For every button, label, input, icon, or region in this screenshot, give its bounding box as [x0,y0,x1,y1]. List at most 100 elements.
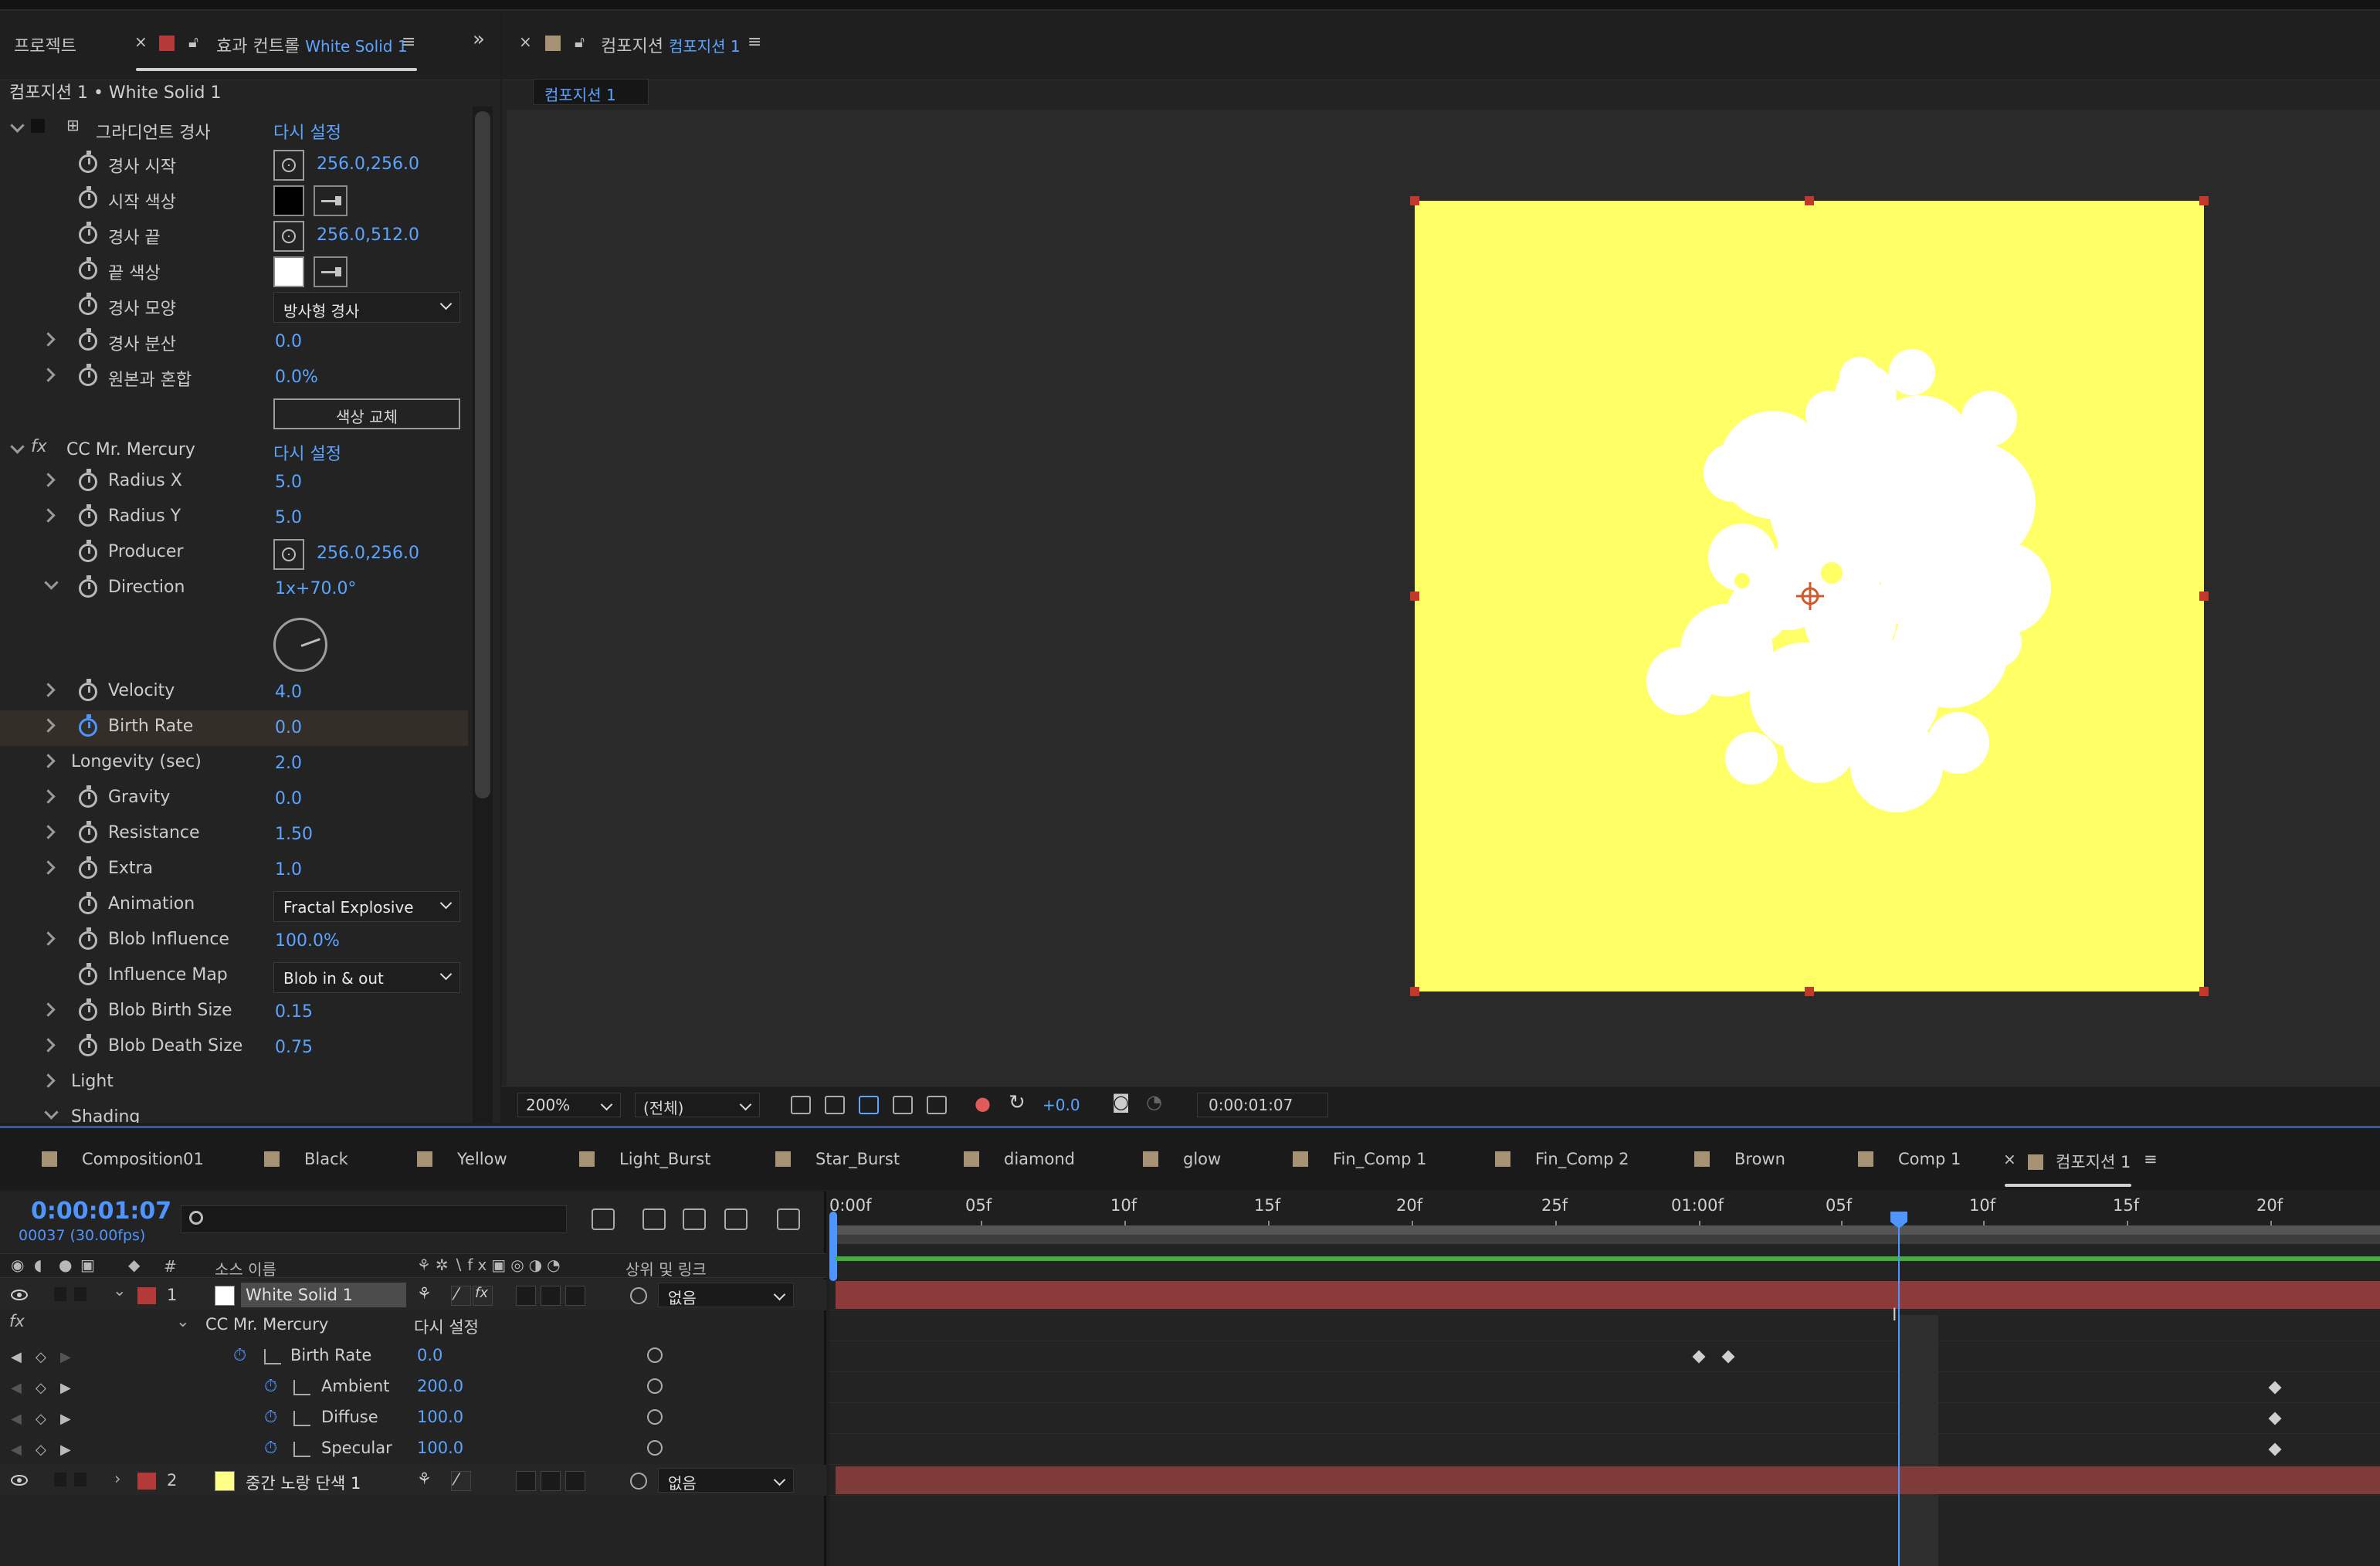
param-value[interactable]: 0.75 [275,1038,313,1057]
stopwatch-icon[interactable] [79,679,97,701]
lock-icon[interactable]: 🔓︎ [188,32,198,51]
column-source-name[interactable]: 소스 이름 [215,1257,276,1280]
chevron-right-icon[interactable] [41,508,56,523]
exposure-value[interactable]: +0.0 [1043,1096,1080,1114]
chevron-down-icon[interactable] [10,439,25,454]
keyframe-diamond[interactable] [2268,1381,2282,1395]
reset-link-gradient[interactable]: 다시 설정 [273,119,341,144]
add-keyframe-icon[interactable]: ◇ [36,1349,46,1365]
property-value[interactable]: 0.0 [417,1346,442,1364]
property-row-ambient[interactable]: ◀ ◇ ▶ ⏱ Ambient 200.0 [0,1372,826,1403]
property-row-diffuse[interactable]: ◀ ◇ ▶ ⏱ Diffuse 100.0 [0,1403,826,1434]
stopwatch-icon[interactable] [79,469,97,491]
property-value[interactable]: 100.0 [417,1439,463,1457]
reset-link-mercury[interactable]: 다시 설정 [273,440,341,465]
birth-rate-track[interactable] [829,1341,2380,1372]
swap-colors-button[interactable]: 색상 교체 [273,398,460,429]
solo-box[interactable] [54,1287,66,1301]
expression-pickwhip-icon[interactable] [647,1378,663,1394]
stopwatch-icon-active[interactable] [79,714,97,737]
diffuse-track[interactable] [829,1403,2380,1434]
solo-box[interactable] [54,1473,66,1486]
chevron-right-icon[interactable] [41,683,56,697]
show-snapshot-icon[interactable]: ◔ [1146,1091,1162,1113]
motion-blur-icon[interactable] [724,1208,748,1230]
timeline-tab[interactable]: Fin_Comp 2 [1495,1150,1629,1168]
crosshair-icon[interactable] [273,150,304,181]
direction-dial[interactable] [273,618,327,672]
graph-editor-icon[interactable] [777,1208,800,1230]
param-value[interactable]: 5.0 [275,473,302,492]
zoom-dropdown[interactable]: 200% [517,1093,621,1117]
graph-icon[interactable] [293,1442,310,1457]
crosshair-icon[interactable] [273,539,304,570]
eyedropper-icon[interactable] [314,256,348,287]
layer-search-input[interactable] [181,1205,567,1233]
layer-row[interactable]: ⌄ 1 White Solid 1 ⚘ ⁄ fx 없음 [0,1280,826,1310]
specular-track[interactable] [829,1434,2380,1465]
exposure-reset-icon[interactable]: ↻ [1009,1091,1026,1114]
stopwatch-icon-active[interactable]: ⏱ [264,1439,277,1458]
chevron-right-icon[interactable] [41,860,56,875]
column-parent[interactable]: 상위 및 링크 [626,1257,707,1280]
time-navigator[interactable] [836,1235,2380,1244]
param-value[interactable]: 5.0 [275,508,302,527]
scrollbar-thumb[interactable] [475,111,490,798]
adjustment-switch[interactable] [541,1471,561,1491]
graph-icon[interactable] [293,1380,310,1395]
ambient-track[interactable] [829,1372,2380,1403]
stopwatch-icon[interactable] [79,540,97,562]
chevron-down-icon[interactable] [10,118,25,133]
eyedropper-icon[interactable] [314,185,348,216]
region-of-interest-icon[interactable] [893,1096,913,1114]
stopwatch-icon[interactable] [79,963,97,985]
close-icon[interactable]: × [519,32,532,51]
current-time-indicator[interactable] [1898,1215,1900,1566]
close-icon[interactable]: × [134,32,147,51]
double-chevron-icon[interactable]: » [473,28,485,51]
chevron-right-icon[interactable] [41,368,56,382]
3d-switch[interactable] [565,1286,585,1306]
property-value[interactable]: 100.0 [417,1408,463,1426]
chevron-right-icon[interactable] [41,718,56,733]
fast-preview-icon[interactable] [791,1096,811,1114]
camera-snapshot-icon[interactable]: ◙ [1112,1091,1130,1113]
quality-switch-icon[interactable]: ⁄ [451,1470,471,1491]
next-keyframe-icon[interactable]: ▶ [60,1380,71,1396]
timeline-tab[interactable]: Fin_Comp 1 [1293,1150,1427,1168]
motion-blur-switch[interactable] [516,1286,536,1306]
stopwatch-icon[interactable] [79,186,97,208]
motion-blur-switch[interactable] [516,1471,536,1491]
effects-scrollbar[interactable] [473,107,493,1123]
property-row-birth-rate[interactable]: ◀ ◇ ▶ ⏱ Birth Rate 0.0 [0,1341,826,1372]
shy-layers-icon[interactable] [642,1208,666,1230]
keyframe-diamond[interactable] [2268,1412,2282,1425]
keyframe-diamond[interactable] [1721,1350,1735,1364]
animation-dropdown[interactable]: Fractal Explosive [273,891,460,922]
parent-dropdown[interactable]: 없음 [658,1283,794,1307]
param-value[interactable]: 256.0,256.0 [317,154,419,174]
prev-keyframe-icon[interactable]: ◀ [11,1380,22,1396]
param-value[interactable]: 1x+70.0° [275,579,356,598]
expression-pickwhip-icon[interactable] [647,1409,663,1425]
stopwatch-icon[interactable] [79,151,97,173]
stopwatch-icon[interactable] [79,293,97,315]
end-color-swatch[interactable] [273,256,304,287]
label-color[interactable] [137,1473,156,1490]
chevron-down-icon[interactable]: ⌄ [176,1312,190,1330]
chevron-down-icon[interactable] [44,1105,59,1120]
crosshair-icon[interactable] [273,221,304,252]
timeline-tab[interactable]: Star_Burst [775,1150,900,1168]
param-value[interactable]: 2.0 [275,754,302,773]
timeline-tab[interactable]: Composition01 [42,1150,204,1168]
property-row-specular[interactable]: ◀ ◇ ▶ ⏱ Specular 100.0 [0,1434,826,1465]
transparency-grid-icon[interactable] [825,1096,845,1114]
chevron-right-icon[interactable] [41,1038,56,1052]
chevron-right-icon[interactable] [41,473,56,487]
chevron-right-icon[interactable]: › [114,1469,120,1488]
close-icon[interactable]: × [2003,1150,2016,1168]
stopwatch-icon-active[interactable]: ⏱ [233,1346,246,1365]
param-value[interactable]: 0.0 [275,789,302,808]
property-value[interactable]: 200.0 [417,1377,463,1395]
param-value[interactable]: 1.50 [275,825,313,844]
